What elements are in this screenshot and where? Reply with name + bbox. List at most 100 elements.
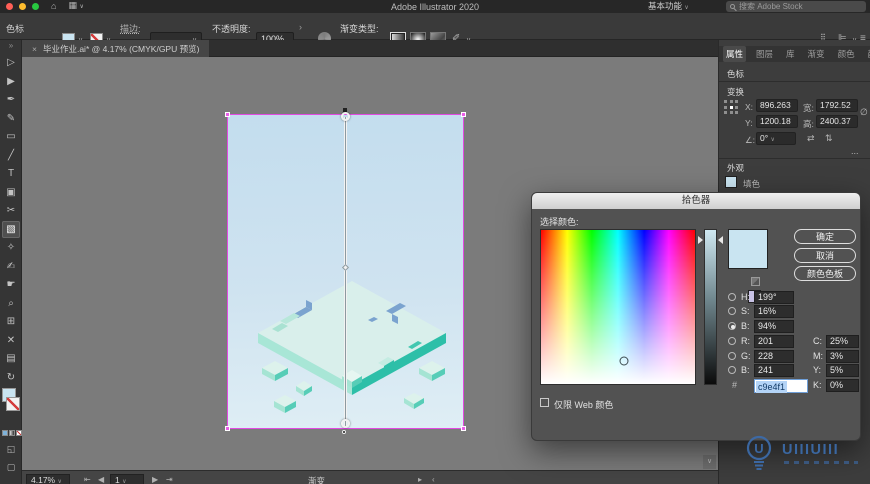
toolbar-stroke-swatch[interactable] <box>6 397 20 411</box>
tab-layers[interactable]: 图层 <box>753 46 776 62</box>
color-slider[interactable] <box>704 229 717 385</box>
gradient-mode-button[interactable] <box>9 430 15 436</box>
stroke-label[interactable]: 描边: <box>120 22 141 35</box>
slider-handle-right-icon[interactable] <box>718 236 723 244</box>
draw-mode-icon[interactable]: ◱ <box>0 444 22 455</box>
r-input[interactable]: 201 <box>754 335 794 348</box>
tools-panel: » ▷ ▶ ✒ ✎ ▭ ╱ T ▣ ✂ ▧ ✧ ✍ ☛ ⌕ ⊞ ✕ ▤ ↻ ◱ … <box>0 40 22 484</box>
document-tab[interactable]: × 毕业作业.ai* @ 4.17% (CMYK/GPU 预览) <box>22 40 210 57</box>
h-input[interactable]: 2400.37 <box>816 115 858 128</box>
tab-color[interactable]: 颜色 <box>835 46 858 62</box>
constrain-proportions-icon[interactable]: ∅ <box>860 107 868 118</box>
flip-horizontal-icon[interactable]: ⇄ <box>807 133 815 144</box>
h-radio[interactable] <box>728 293 736 301</box>
artboard-number[interactable]: 1 ∨ <box>110 474 144 484</box>
rotate-view-tool[interactable]: ↻ <box>2 369 20 387</box>
b2-radio[interactable] <box>728 366 736 374</box>
flip-vertical-icon[interactable]: ⇅ <box>825 133 833 144</box>
artboard-tool[interactable]: ⊞ <box>2 313 20 331</box>
selection-handle[interactable] <box>225 112 230 117</box>
hex-input[interactable]: c9e4f1 <box>754 379 808 393</box>
g-input[interactable]: 228 <box>754 350 794 363</box>
type-tool[interactable]: T <box>2 165 20 183</box>
b-input[interactable]: 94% <box>754 320 794 333</box>
gamut-warning-icon[interactable] <box>751 277 760 286</box>
curvature-tool[interactable]: ✎ <box>2 110 20 128</box>
hand-tool[interactable]: ☛ <box>2 276 20 294</box>
screen-mode-icon[interactable]: ▢ <box>0 462 22 473</box>
m-input[interactable]: 3% <box>826 350 859 363</box>
next-artboard-icon[interactable]: ▶ <box>152 475 158 484</box>
pen-tool[interactable]: ✒ <box>2 91 20 109</box>
w-input[interactable]: 1792.52 <box>816 99 858 112</box>
g-radio[interactable] <box>728 352 736 360</box>
tab-libraries[interactable]: 库 <box>783 46 798 62</box>
appearance-fill-swatch[interactable] <box>725 176 737 188</box>
web-only-checkbox[interactable] <box>540 398 549 407</box>
close-window-button[interactable] <box>6 3 13 10</box>
b2-input[interactable]: 241 <box>754 364 794 377</box>
free-transform-tool[interactable]: ▣ <box>2 184 20 202</box>
gradient-end-handle[interactable] <box>341 419 350 428</box>
line-segment-tool[interactable]: ╱ <box>2 147 20 165</box>
color-mode-button[interactable] <box>2 430 8 436</box>
selection-handle[interactable] <box>225 426 230 431</box>
color-field[interactable] <box>540 229 696 385</box>
r-radio[interactable] <box>728 337 736 345</box>
capture-tool[interactable]: ▤ <box>2 350 20 368</box>
workspace-switcher[interactable]: 基本功能 ∨ <box>648 1 689 12</box>
eyedropper-tool[interactable]: ✧ <box>2 239 20 257</box>
color-swatches-button[interactable]: 颜色色板 <box>794 266 856 281</box>
color-field-marker[interactable] <box>619 356 629 366</box>
stock-search-box[interactable] <box>726 1 866 12</box>
selection-tool[interactable]: ▷ <box>2 54 20 72</box>
x-input[interactable]: 896.263 <box>756 99 798 112</box>
shaper-tool[interactable]: ✍ <box>2 258 20 276</box>
maximize-window-button[interactable] <box>32 3 39 10</box>
selection-handle[interactable] <box>461 112 466 117</box>
s-input[interactable]: 16% <box>754 305 794 318</box>
zoom-level[interactable]: 4.17% ∨ <box>26 474 70 484</box>
b-radio[interactable] <box>728 322 736 330</box>
opacity-label[interactable]: 不透明度: <box>212 22 251 35</box>
k-input[interactable]: 0% <box>826 379 859 392</box>
angle-dropdown[interactable]: 0° ∨ <box>756 132 796 145</box>
search-input[interactable] <box>739 2 859 11</box>
gradient-tool[interactable]: ▧ <box>2 220 20 238</box>
cancel-button[interactable]: 取消 <box>794 248 856 263</box>
y2-input[interactable]: 5% <box>826 364 859 377</box>
collapse-toolbar-icon[interactable]: » <box>0 41 22 50</box>
gradient-end-stop[interactable] <box>342 430 346 434</box>
s-radio[interactable] <box>728 307 736 315</box>
dialog-title-bar[interactable]: 拾色器 <box>532 193 860 209</box>
home-icon[interactable]: ⌂ <box>51 0 56 13</box>
tab-gradient[interactable]: 渐变 <box>805 46 828 62</box>
minimize-window-button[interactable] <box>19 3 26 10</box>
status-play-icon[interactable]: ▸ <box>418 475 422 484</box>
h-input[interactable]: 199° <box>754 291 794 304</box>
close-tab-icon[interactable]: × <box>32 44 37 54</box>
join-tool[interactable]: ✕ <box>2 332 20 350</box>
prev-artboard-icon[interactable]: ◀ <box>98 475 104 484</box>
reference-point-selector[interactable] <box>724 100 739 115</box>
gradient-start-handle[interactable] <box>341 112 350 121</box>
tab-color-guide[interactable]: 颜色参 <box>865 46 870 62</box>
ok-button[interactable]: 确定 <box>794 229 856 244</box>
rectangle-tool[interactable]: ▭ <box>2 128 20 146</box>
zoom-tool[interactable]: ⌕ <box>2 295 20 313</box>
edit-toolbar-icon[interactable]: ⋯ <box>0 480 22 484</box>
tab-properties[interactable]: 属性 <box>723 46 747 62</box>
gradient-annotator-bar[interactable] <box>344 117 347 428</box>
slider-handle-left-icon[interactable] <box>698 236 703 244</box>
layout-grid-icon[interactable]: ▦ ∨ <box>68 0 83 14</box>
last-artboard-icon[interactable]: ⇥ <box>166 475 173 484</box>
direct-selection-tool[interactable]: ▶ <box>2 73 20 91</box>
transform-more-options[interactable]: ... <box>851 146 859 156</box>
first-artboard-icon[interactable]: ⇤ <box>84 475 91 484</box>
opacity-submenu-icon[interactable]: › <box>299 22 302 32</box>
scissors-tool[interactable]: ✂ <box>2 202 20 220</box>
y-input[interactable]: 1200.18 <box>756 115 798 128</box>
c-input[interactable]: 25% <box>826 335 859 348</box>
selection-handle[interactable] <box>461 426 466 431</box>
scrollbar-corner[interactable]: ∨ <box>703 455 716 469</box>
